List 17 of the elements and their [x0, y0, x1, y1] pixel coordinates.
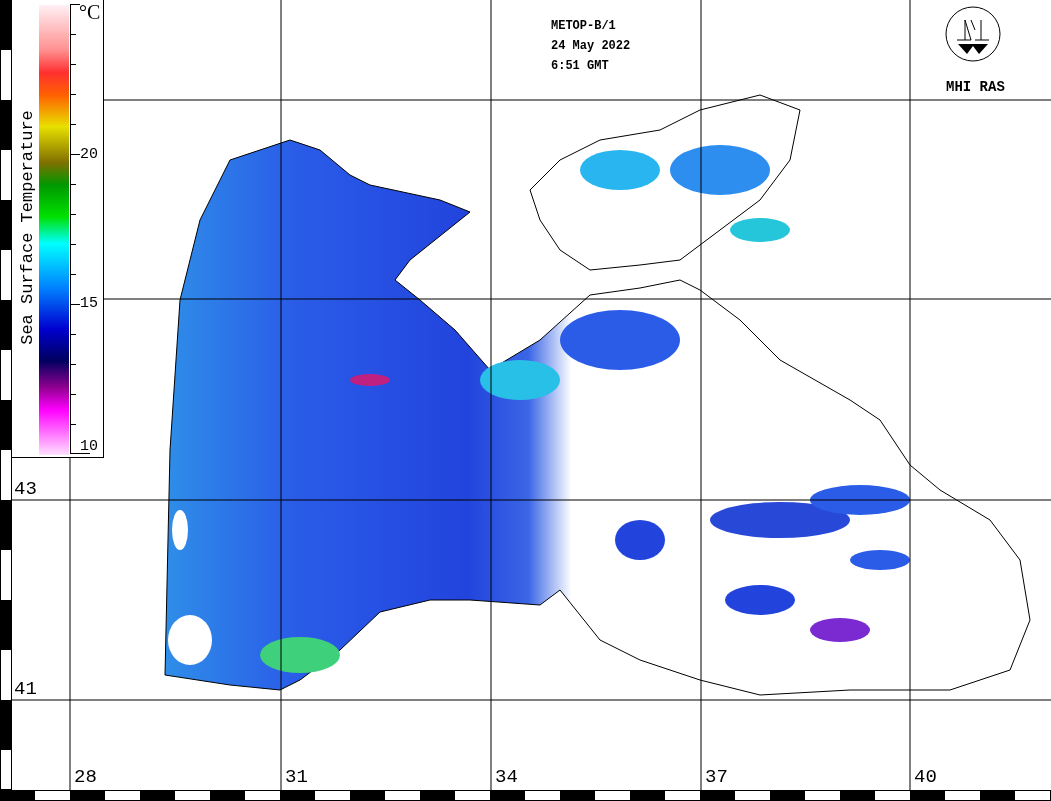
satellite-name: METOP-B/1	[551, 19, 617, 34]
acquisition-date: 24 May 2022	[551, 39, 631, 54]
scale-title: Sea Surface Temperature	[18, 109, 36, 345]
longitude-label: 31	[285, 768, 308, 787]
scale-tick-label: 20	[80, 147, 98, 162]
longitude-label: 40	[914, 768, 937, 787]
latitude-label: 41	[14, 680, 37, 699]
institute-logo-icon	[945, 6, 1001, 62]
scale-tick-label: 10	[80, 439, 98, 454]
unit-label: °C	[79, 2, 101, 22]
institute-caption: MHI RAS	[946, 80, 1005, 94]
longitude-label: 37	[705, 768, 728, 787]
acquisition-time: 6:51 GMT	[551, 59, 610, 74]
latitude-label: 43	[14, 480, 37, 499]
longitude-label: 34	[495, 768, 518, 787]
scale-tick-label: 15	[80, 296, 98, 311]
longitude-label: 28	[74, 768, 97, 787]
